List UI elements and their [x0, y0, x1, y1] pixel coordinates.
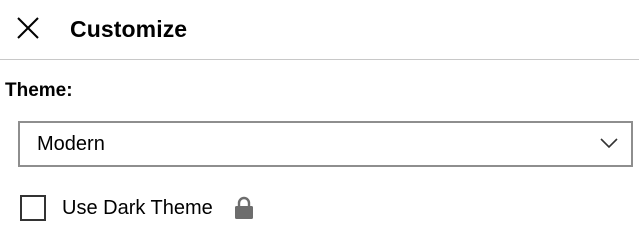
close-button[interactable] — [14, 14, 42, 42]
theme-label: Theme: — [5, 80, 73, 101]
dark-theme-label[interactable]: Use Dark Theme — [62, 196, 213, 220]
chevron-down-icon — [599, 137, 619, 149]
dark-theme-checkbox[interactable] — [20, 195, 46, 221]
lock-icon — [234, 196, 254, 220]
theme-select-value: Modern — [37, 133, 105, 155]
customize-panel: Customize Theme: Modern Use Dark Theme — [0, 0, 639, 232]
panel-title: Customize — [70, 16, 188, 42]
panel-header: Customize — [0, 0, 639, 60]
theme-select[interactable]: Modern — [18, 121, 633, 167]
close-icon — [14, 14, 42, 42]
